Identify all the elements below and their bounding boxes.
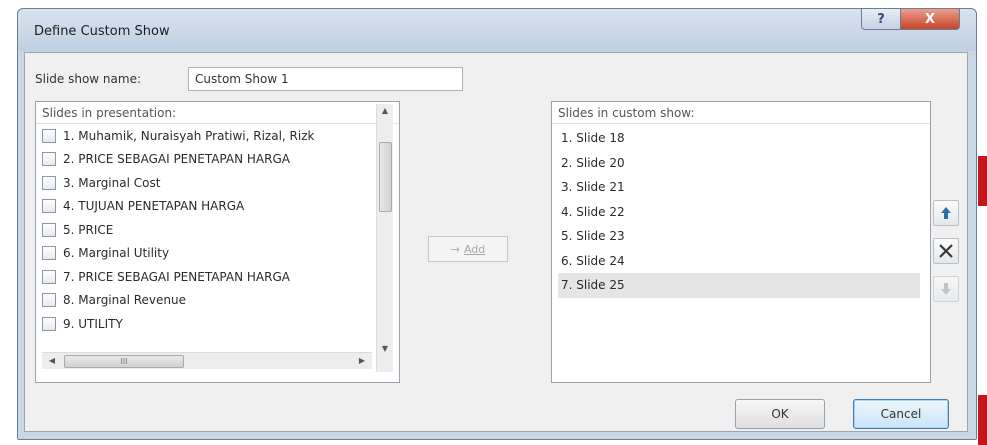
show-name-label: Slide show name: bbox=[35, 72, 142, 86]
ok-button[interactable]: OK bbox=[735, 399, 825, 429]
presentation-slide-item[interactable]: 7. PRICE SEBAGAI PENETAPAN HARGA bbox=[42, 265, 394, 289]
slide-checkbox[interactable] bbox=[42, 269, 56, 284]
dialog-body: Slide show name: Slides in presentation:… bbox=[24, 52, 968, 432]
custom-show-slide-item[interactable]: 7. Slide 25 bbox=[558, 273, 920, 298]
presentation-slide-item[interactable]: 6. Marginal Utility bbox=[42, 242, 394, 266]
custom-show-slides-list[interactable]: Slides in custom show: 1. Slide 18 2. Sli… bbox=[551, 101, 931, 383]
remove-x-icon bbox=[939, 244, 953, 258]
presentation-slide-item[interactable]: 9. UTILITY bbox=[42, 312, 394, 336]
up-arrow-icon bbox=[941, 207, 951, 219]
add-label: Add bbox=[463, 242, 486, 256]
horizontal-scroll-thumb[interactable]: III bbox=[64, 355, 184, 368]
custom-show-slide-item[interactable]: 1. Slide 18 bbox=[558, 126, 920, 151]
custom-show-slide-item[interactable]: 2. Slide 20 bbox=[558, 151, 920, 176]
presentation-slide-item[interactable]: 8. Marginal Revenue bbox=[42, 289, 394, 313]
custom-show-slide-item[interactable]: 3. Slide 21 bbox=[558, 175, 920, 200]
show-name-input[interactable] bbox=[188, 67, 463, 91]
slide-item-label: 7. PRICE SEBAGAI PENETAPAN HARGA bbox=[63, 269, 290, 284]
move-up-button[interactable] bbox=[933, 200, 959, 226]
slide-item-label: 8. Marginal Revenue bbox=[63, 293, 187, 308]
presentation-slide-item[interactable]: 3. Marginal Cost bbox=[42, 171, 394, 195]
slide-item-label: 1. Muhamik, Nuraisyah Pratiwi, Rizal, Ri… bbox=[63, 128, 315, 143]
add-button[interactable]: → Add bbox=[428, 236, 508, 262]
custom-show-items: 1. Slide 18 2. Slide 20 3. Slide 21 4. Slid… bbox=[558, 126, 920, 298]
slide-checkbox[interactable] bbox=[42, 246, 56, 261]
slide-checkbox[interactable] bbox=[42, 175, 56, 190]
slide-item-label: 4. TUJUAN PENETAPAN HARGA bbox=[63, 199, 245, 214]
slide-item-label: 5. PRICE bbox=[63, 222, 114, 237]
ok-label: OK bbox=[771, 407, 789, 421]
custom-show-slide-item[interactable]: 5. Slide 23 bbox=[558, 224, 920, 249]
background-slide-fragment-bottom bbox=[978, 395, 987, 445]
cancel-label: Cancel bbox=[880, 407, 922, 421]
down-arrow-icon bbox=[941, 283, 951, 295]
vertical-scroll-thumb[interactable] bbox=[379, 142, 392, 212]
scroll-left-icon[interactable]: ◀ bbox=[44, 356, 60, 365]
define-custom-show-dialog: Define Custom Show ? X Slide show name: … bbox=[17, 8, 977, 440]
help-button[interactable]: ? bbox=[861, 8, 901, 30]
move-down-button[interactable] bbox=[933, 276, 959, 302]
slide-item-label: 3. Marginal Cost bbox=[63, 175, 161, 190]
scroll-down-icon[interactable]: ▼ bbox=[377, 344, 393, 353]
presentation-slide-item[interactable]: 1. Muhamik, Nuraisyah Pratiwi, Rizal, Ri… bbox=[42, 124, 394, 148]
title-bar: Define Custom Show ? X bbox=[18, 8, 976, 51]
slide-checkbox[interactable] bbox=[42, 316, 56, 331]
presentation-list-header: Slides in presentation: bbox=[36, 102, 399, 124]
vertical-scrollbar[interactable]: ▲ ▼ bbox=[376, 104, 393, 372]
slide-checkbox[interactable] bbox=[42, 128, 56, 143]
slide-item-label: 6. Marginal Utility bbox=[63, 246, 170, 261]
presentation-slide-item[interactable]: 4. TUJUAN PENETAPAN HARGA bbox=[42, 195, 394, 219]
presentation-slide-item[interactable]: 2. PRICE SEBAGAI PENETAPAN HARGA bbox=[42, 148, 394, 172]
help-icon: ? bbox=[877, 11, 885, 27]
background-slide-fragment-top bbox=[978, 156, 987, 206]
presentation-slide-item[interactable]: 5. PRICE bbox=[42, 218, 394, 242]
scroll-right-icon[interactable]: ▶ bbox=[354, 356, 370, 365]
remove-button[interactable] bbox=[933, 238, 959, 264]
custom-show-slide-item[interactable]: 4. Slide 22 bbox=[558, 200, 920, 225]
slide-item-label: 9. UTILITY bbox=[63, 316, 123, 331]
custom-show-list-header: Slides in custom show: bbox=[552, 102, 930, 124]
cancel-button[interactable]: Cancel bbox=[853, 399, 949, 429]
add-arrow-icon: → bbox=[450, 242, 460, 256]
dialog-title: Define Custom Show bbox=[34, 24, 170, 39]
slide-checkbox[interactable] bbox=[42, 222, 56, 237]
custom-show-slide-item[interactable]: 6. Slide 24 bbox=[558, 249, 920, 274]
horizontal-scrollbar[interactable]: ◀ III ▶ bbox=[42, 352, 372, 369]
slide-checkbox[interactable] bbox=[42, 152, 56, 167]
close-button[interactable]: X bbox=[900, 8, 960, 30]
slide-item-label: 2. PRICE SEBAGAI PENETAPAN HARGA bbox=[63, 152, 290, 167]
slide-checkbox[interactable] bbox=[42, 199, 56, 214]
scroll-up-icon[interactable]: ▲ bbox=[377, 106, 393, 115]
presentation-slides-list[interactable]: Slides in presentation: 1. Muhamik, Nura… bbox=[35, 101, 400, 383]
close-icon: X bbox=[924, 11, 936, 27]
slide-checkbox[interactable] bbox=[42, 293, 56, 308]
presentation-items: 1. Muhamik, Nuraisyah Pratiwi, Rizal, Ri… bbox=[42, 124, 394, 336]
